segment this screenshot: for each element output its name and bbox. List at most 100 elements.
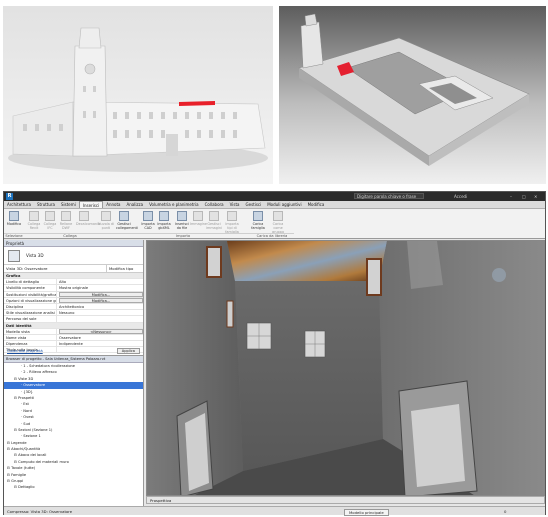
ribbon-button-icon bbox=[29, 211, 39, 221]
ribbon-button[interactable]: Importa tipi di famiglia bbox=[224, 211, 240, 234]
ribbon-button-icon bbox=[177, 211, 187, 221]
property-edit-button[interactable]: Modifica... bbox=[59, 298, 143, 303]
ribbon-button-label: Importa CAD bbox=[141, 222, 155, 230]
minimize-icon[interactable]: – bbox=[510, 194, 512, 199]
building-exterior-render bbox=[3, 6, 273, 184]
properties-help-link[interactable]: Guida alle proprietà bbox=[7, 349, 43, 353]
ribbon-button-label: Inserisci da file bbox=[175, 222, 189, 230]
tree-item-label: Abachi/Quantità bbox=[11, 447, 41, 452]
ribbon-button[interactable]: Carica come gruppo bbox=[270, 211, 286, 234]
property-edit-button[interactable]: Modifica... bbox=[59, 292, 143, 297]
ribbon-group-label: Carica da libreria bbox=[250, 233, 294, 239]
search-input[interactable]: Digitare parola chiave o frase bbox=[354, 193, 424, 199]
ribbon-tab[interactable]: Volumetria e planimetria bbox=[146, 201, 202, 208]
properties-grid: Grafica Livello di dettaglio Alto Visibilit… bbox=[4, 273, 143, 354]
project-browser-tree: · 1 - Schedatura ricollerazione · 2 - Ril… bbox=[4, 363, 143, 491]
property-value[interactable]: Modifica... bbox=[56, 297, 143, 303]
building-aerial-render bbox=[279, 6, 546, 184]
maximize-icon[interactable]: □ bbox=[522, 194, 526, 199]
property-value[interactable]: Nessuno bbox=[56, 310, 143, 316]
ribbon-tab[interactable]: Annota bbox=[103, 201, 123, 208]
property-name: Disciplina bbox=[6, 304, 24, 309]
ribbon-button[interactable]: Reliane DWF bbox=[58, 211, 74, 233]
ribbon-tab[interactable]: Struttura bbox=[34, 201, 58, 208]
tree-item-label: Abaco dei locali bbox=[18, 453, 47, 458]
ribbon-button-icon bbox=[9, 211, 19, 221]
tree-item-label: Osservatore bbox=[23, 383, 46, 388]
tree-item-label: Sud bbox=[23, 421, 31, 426]
ribbon-tab[interactable]: Vista bbox=[227, 201, 243, 208]
property-value[interactable]: Mostra originale bbox=[56, 285, 143, 291]
ribbon-tab-bar: Architettura Struttura Sistemi Inserisci Ann… bbox=[4, 201, 545, 209]
property-value[interactable]: <Nessuno> bbox=[56, 328, 143, 334]
ribbon-group-label: Collega bbox=[24, 233, 116, 239]
tree-item-label: Nord bbox=[23, 408, 32, 413]
property-value[interactable] bbox=[56, 316, 143, 322]
ribbon-button-icon bbox=[253, 211, 263, 221]
section-label: Grafica bbox=[6, 274, 21, 278]
app-logo-icon[interactable]: R bbox=[6, 193, 13, 200]
properties-palette: Proprietà Vista 3D Vista 3D: Osservatore… bbox=[4, 240, 144, 355]
ribbon-tab[interactable]: Architettura bbox=[4, 201, 34, 208]
property-value[interactable]: Alto bbox=[56, 279, 143, 285]
edit-type-button[interactable]: Modifica tipo bbox=[107, 265, 143, 272]
ribbon-group-label: Selezione bbox=[4, 233, 24, 238]
property-name: Percorso del sole bbox=[6, 317, 37, 322]
ribbon-button[interactable]: Carica famiglia bbox=[250, 211, 266, 233]
ribbon-button[interactable]: Collega IFC bbox=[42, 211, 58, 233]
property-name: Modello vista bbox=[6, 329, 30, 334]
ribbon-button[interactable]: Immagine bbox=[190, 211, 207, 233]
property-edit-button[interactable]: <Nessuno> bbox=[59, 329, 143, 334]
ribbon-tab[interactable]: Moduli aggiuntivi bbox=[264, 201, 304, 208]
instance-dropdown[interactable]: Vista 3D: Osservatore bbox=[4, 265, 107, 272]
ribbon-button-icon bbox=[119, 211, 129, 221]
ribbon-button[interactable]: Importa gbXML bbox=[156, 211, 172, 233]
ribbon-tab[interactable]: Modifica bbox=[305, 201, 328, 208]
ribbon-tab[interactable]: Gestisci bbox=[243, 201, 265, 208]
room-interior-render bbox=[147, 241, 544, 495]
ribbon-group-label: Importa bbox=[116, 233, 250, 239]
tree-item-label: Dettaglio bbox=[18, 485, 35, 490]
property-value[interactable]: Osservatore bbox=[56, 334, 143, 341]
ribbon-button-label: Modifica bbox=[6, 222, 22, 226]
property-value[interactable]: Modifica... bbox=[56, 291, 143, 297]
ribbon-tab[interactable]: Analizza bbox=[123, 201, 146, 208]
property-value[interactable]: Architettonico bbox=[56, 303, 143, 310]
ribbon-button-icon bbox=[159, 211, 169, 221]
ribbon-button[interactable]: Decalcomania bbox=[76, 211, 100, 233]
ribbon-tab[interactable]: Sistemi bbox=[58, 201, 79, 208]
window-upper-right bbox=[366, 258, 382, 296]
property-value-text: Alto bbox=[59, 280, 67, 285]
ribbon-tab[interactable]: Inserisci bbox=[78, 201, 104, 208]
ribbon-button-icon bbox=[227, 211, 237, 221]
property-value[interactable]: Indipendente bbox=[56, 341, 143, 347]
back-wall bbox=[235, 281, 383, 471]
ribbon-button[interactable]: Gestisci immagini bbox=[206, 211, 222, 233]
project-browser: Browser di progetto - Sala Udienza_Siste… bbox=[4, 355, 144, 506]
sign-in-button[interactable]: Accedi bbox=[454, 194, 467, 199]
view-type-label[interactable]: Prospettiva bbox=[150, 498, 171, 503]
close-icon[interactable]: ✕ bbox=[534, 194, 537, 199]
ribbon-button-icon bbox=[61, 211, 71, 221]
ribbon-button[interactable]: Nuvola di punti bbox=[98, 211, 114, 233]
ribbon-button-icon bbox=[143, 211, 153, 221]
ribbon-tab[interactable]: Collabora bbox=[202, 201, 227, 208]
property-value-text: Architettonico bbox=[59, 304, 85, 309]
ribbon-button[interactable]: Importa CAD bbox=[140, 211, 156, 233]
apply-button[interactable]: Applica bbox=[116, 347, 140, 354]
property-value-text: Nessuno bbox=[59, 311, 75, 316]
model-selector[interactable]: Modello principale bbox=[344, 509, 389, 516]
ceiling-fresco bbox=[227, 241, 387, 281]
3d-viewport[interactable] bbox=[146, 240, 545, 496]
browser-tree-item[interactable]: ⊟ Dettaglio bbox=[4, 484, 143, 490]
ribbon-panel: Modifica Collega Revit Collega IFC Reliane … bbox=[4, 209, 545, 239]
ribbon-button[interactable]: Inserisci da file bbox=[174, 211, 190, 233]
ribbon-button[interactable]: Gestisci collegamenti bbox=[116, 211, 138, 233]
ribbon-button-icon bbox=[45, 211, 55, 221]
ribbon-button[interactable]: Collega Revit bbox=[26, 211, 42, 233]
window-upper-left bbox=[206, 246, 222, 278]
tree-item-label: 1 - Schedatura ricollerazione bbox=[23, 364, 76, 368]
tree-item-label: {3D} bbox=[23, 389, 33, 394]
tree-item-label: 2 - Rilievo affresco bbox=[23, 370, 57, 375]
ribbon-button[interactable]: Modifica bbox=[6, 211, 22, 233]
